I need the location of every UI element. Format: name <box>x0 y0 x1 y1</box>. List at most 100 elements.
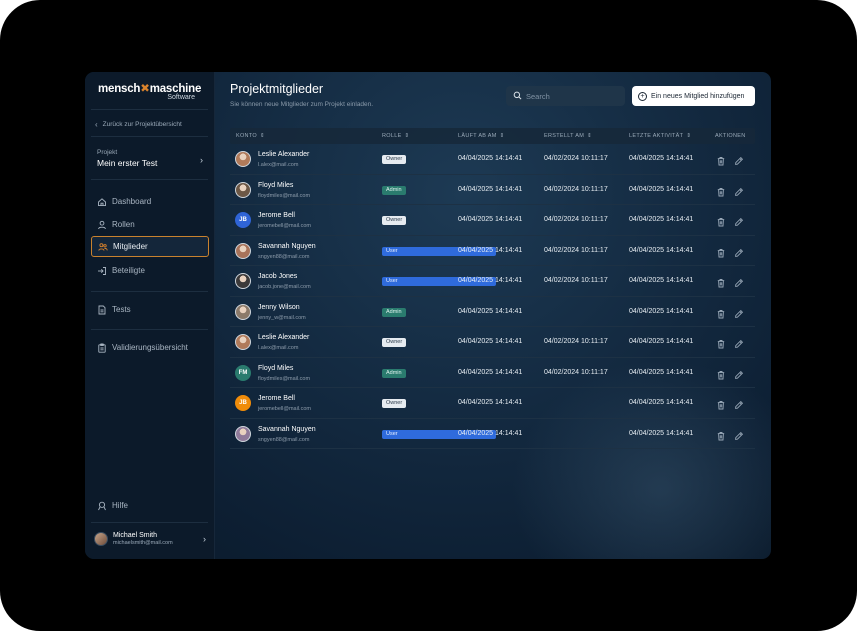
avatar <box>235 242 251 259</box>
user-profile[interactable]: Michael Smith michaelsmith@mail.com › <box>94 528 208 550</box>
table-row[interactable]: Leslie Alexander l.alex@mail.com Owner 0… <box>230 327 755 358</box>
role-badge: Admin <box>382 185 406 195</box>
expires-date: 04/04/2025 14:14:41 <box>458 368 523 376</box>
sort-icon: ⇕ <box>686 133 692 139</box>
created-date: 04/02/2024 10:11:17 <box>544 368 608 376</box>
member-email: floydmiles@mail.com <box>258 192 311 199</box>
avatar <box>235 425 251 442</box>
nav-item-dashboard[interactable]: Dashboard <box>91 191 209 212</box>
app-window: mensch✖maschine Software ‹ Zurück zur Pr… <box>85 72 771 559</box>
member-name: Floyd Miles <box>258 364 294 372</box>
search-icon <box>513 87 522 105</box>
nav-item-validierungsuebersicht[interactable]: Validierungsübersicht <box>91 337 209 358</box>
last-activity-date: 04/04/2025 14:14:41 <box>629 216 694 223</box>
created-date: 04/02/2024 10:11:17 <box>544 185 608 193</box>
column-header-rolle[interactable]: ROLLE ⇕ <box>382 133 409 139</box>
role-badge: Admin <box>382 368 406 378</box>
member-email: jenny_w@mail.com <box>258 314 306 321</box>
expires-date: 04/04/2025 14:14:41 <box>458 185 523 193</box>
trash-icon[interactable] <box>716 245 726 257</box>
avatar <box>235 181 251 198</box>
plus-circle-icon: + <box>638 91 647 101</box>
member-name: Leslie Alexander <box>258 151 310 158</box>
created-date: 04/02/2024 10:11:17 <box>544 216 608 223</box>
pencil-icon[interactable] <box>734 184 744 196</box>
trash-icon[interactable] <box>716 153 726 166</box>
pencil-icon[interactable] <box>734 214 744 226</box>
last-activity-date: 04/04/2025 14:14:41 <box>629 368 694 376</box>
back-to-projects-link[interactable]: ‹ Zurück zur Projektübersicht <box>95 120 182 129</box>
pencil-icon[interactable] <box>734 367 744 379</box>
table-row[interactable]: JB Jerome Bell jeromebell@mail.com Owner… <box>230 205 755 236</box>
clipboard-icon <box>97 343 107 353</box>
members-table: KONTO ⇕ ROLLE ⇕ LÄUFT AB AM ⇕ ERSTELLT AM ⇕ … <box>230 128 755 449</box>
member-name: Savannah Nguyen <box>258 425 316 433</box>
table-row[interactable]: Leslie Alexander l.alex@mail.com Owner 0… <box>230 144 755 175</box>
expires-date: 04/04/2025 14:14:41 <box>458 429 523 437</box>
last-activity-date: 04/04/2025 14:14:41 <box>629 338 694 345</box>
search-input[interactable] <box>526 91 616 101</box>
avatar <box>94 532 108 546</box>
trash-icon[interactable] <box>716 367 726 379</box>
pencil-icon[interactable] <box>734 275 744 287</box>
trash-icon[interactable] <box>716 336 726 349</box>
divider <box>91 109 208 110</box>
trash-icon[interactable] <box>716 306 726 318</box>
role-badge: Owner <box>382 155 407 164</box>
trash-icon[interactable] <box>716 214 726 227</box>
member-email: jeromebell@mail.com <box>258 223 311 229</box>
role-badge: Admin <box>382 307 406 317</box>
trash-icon[interactable] <box>716 428 726 440</box>
nav-item-hilfe[interactable]: Hilfe <box>91 495 209 516</box>
main-content: Projektmitglieder Sie können neue Mitgli… <box>215 72 771 559</box>
column-header-aktivitaet[interactable]: LETZTE AKTIVITÄT ⇕ <box>629 133 691 139</box>
expires-date: 04/04/2025 14:14:41 <box>458 246 523 254</box>
pencil-icon[interactable] <box>734 245 744 257</box>
pencil-icon[interactable] <box>734 306 744 318</box>
table-row[interactable]: Jacob Jones jacob.jone@mail.com User 04/… <box>230 266 755 297</box>
column-header-konto[interactable]: KONTO ⇕ <box>236 133 265 139</box>
divider <box>91 136 208 137</box>
table-row[interactable]: FM Floyd Miles floydmiles@mail.com Admin… <box>230 358 755 388</box>
add-member-button[interactable]: + Ein neues Mitglied hinzufügen <box>632 86 755 106</box>
trash-icon[interactable] <box>716 184 726 196</box>
member-name: Savannah Nguyen <box>258 242 316 250</box>
chevron-left-icon: ‹ <box>95 120 98 129</box>
avatar <box>235 303 251 320</box>
enter-icon <box>97 266 107 276</box>
pencil-icon[interactable] <box>734 336 744 348</box>
role-badge: Owner <box>382 338 407 347</box>
table-row[interactable]: Savannah Nguyen sngyen88@mail.com User 0… <box>230 419 755 449</box>
trash-icon[interactable] <box>716 275 726 288</box>
expires-date: 04/04/2025 14:14:41 <box>458 216 523 223</box>
table-body: Leslie Alexander l.alex@mail.com Owner 0… <box>230 144 755 449</box>
last-activity-date: 04/04/2025 14:14:41 <box>629 246 694 254</box>
last-activity-date: 04/04/2025 14:14:41 <box>629 155 694 162</box>
nav-item-mitglieder[interactable]: Mitglieder <box>91 236 209 257</box>
member-name: Jacob Jones <box>258 273 298 280</box>
expires-date: 04/04/2025 14:14:41 <box>458 307 523 315</box>
last-activity-date: 04/04/2025 14:14:41 <box>629 307 694 315</box>
created-date: 04/02/2024 10:11:17 <box>544 246 608 254</box>
search-box[interactable] <box>506 86 625 106</box>
nav-item-tests[interactable]: Tests <box>91 299 209 320</box>
pencil-icon[interactable] <box>734 153 744 165</box>
chevron-right-icon: › <box>203 534 206 544</box>
column-header-aktionen: AKTIONEN <box>715 133 746 139</box>
last-activity-date: 04/04/2025 14:14:41 <box>629 277 694 284</box>
column-header-erstellt[interactable]: ERSTELLT AM ⇕ <box>544 133 592 139</box>
project-selector[interactable]: Projekt Mein erster Test › <box>97 149 205 168</box>
sort-icon: ⇕ <box>587 133 593 139</box>
trash-icon[interactable] <box>716 397 726 410</box>
nav-item-beteiligte[interactable]: Beteiligte <box>91 260 209 281</box>
member-email: l.alex@mail.com <box>258 162 299 168</box>
table-row[interactable]: JB Jerome Bell jeromebell@mail.com Owner… <box>230 388 755 419</box>
table-row[interactable]: Floyd Miles floydmiles@mail.com Admin 04… <box>230 175 755 205</box>
pencil-icon[interactable] <box>734 428 744 440</box>
column-header-laeuft-ab[interactable]: LÄUFT AB AM ⇕ <box>458 133 505 139</box>
pencil-icon[interactable] <box>734 397 744 409</box>
table-row[interactable]: Jenny Wilson jenny_w@mail.com Admin 04/0… <box>230 297 755 327</box>
member-email: jeromebell@mail.com <box>258 406 311 412</box>
table-row[interactable]: Savannah Nguyen sngyen88@mail.com User 0… <box>230 236 755 266</box>
nav-item-rollen[interactable]: Rollen <box>91 214 209 235</box>
